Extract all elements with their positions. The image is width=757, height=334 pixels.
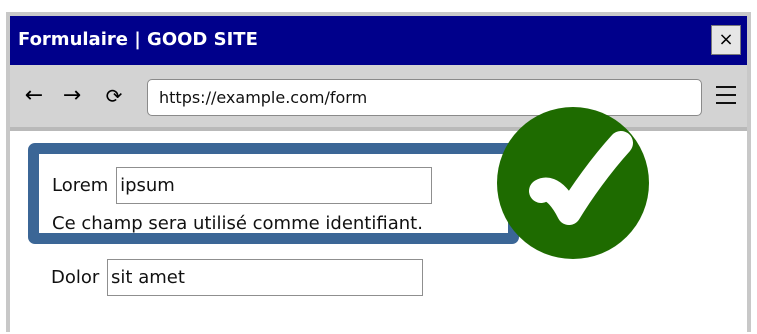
- field-row-lorem: Lorem: [52, 167, 433, 204]
- field-row-dolor: Dolor: [51, 259, 424, 296]
- reload-button[interactable]: ⟳: [100, 82, 128, 110]
- hamburger-menu-icon[interactable]: [713, 80, 739, 110]
- focused-field-highlight: Lorem Ce champ sera utilisé comme identi…: [28, 143, 519, 244]
- window-title: Formulaire | GOOD SITE: [18, 29, 258, 50]
- close-button[interactable]: ×: [711, 25, 741, 55]
- success-badge: [497, 107, 649, 259]
- forward-button[interactable]: →: [58, 82, 86, 110]
- menu-line: [716, 94, 736, 96]
- menu-line: [716, 102, 736, 104]
- field-label-lorem: Lorem: [52, 174, 109, 196]
- dolor-input[interactable]: [107, 259, 424, 296]
- field-label-dolor: Dolor: [51, 266, 100, 288]
- field-helper-text: Ce champ sera utilisé comme identifiant.: [52, 213, 423, 234]
- title-bar: Formulaire | GOOD SITE ×: [10, 16, 747, 65]
- menu-line: [716, 86, 736, 88]
- lorem-input[interactable]: [116, 167, 433, 204]
- back-button[interactable]: ←: [20, 82, 48, 110]
- checkmark-icon: [529, 131, 633, 225]
